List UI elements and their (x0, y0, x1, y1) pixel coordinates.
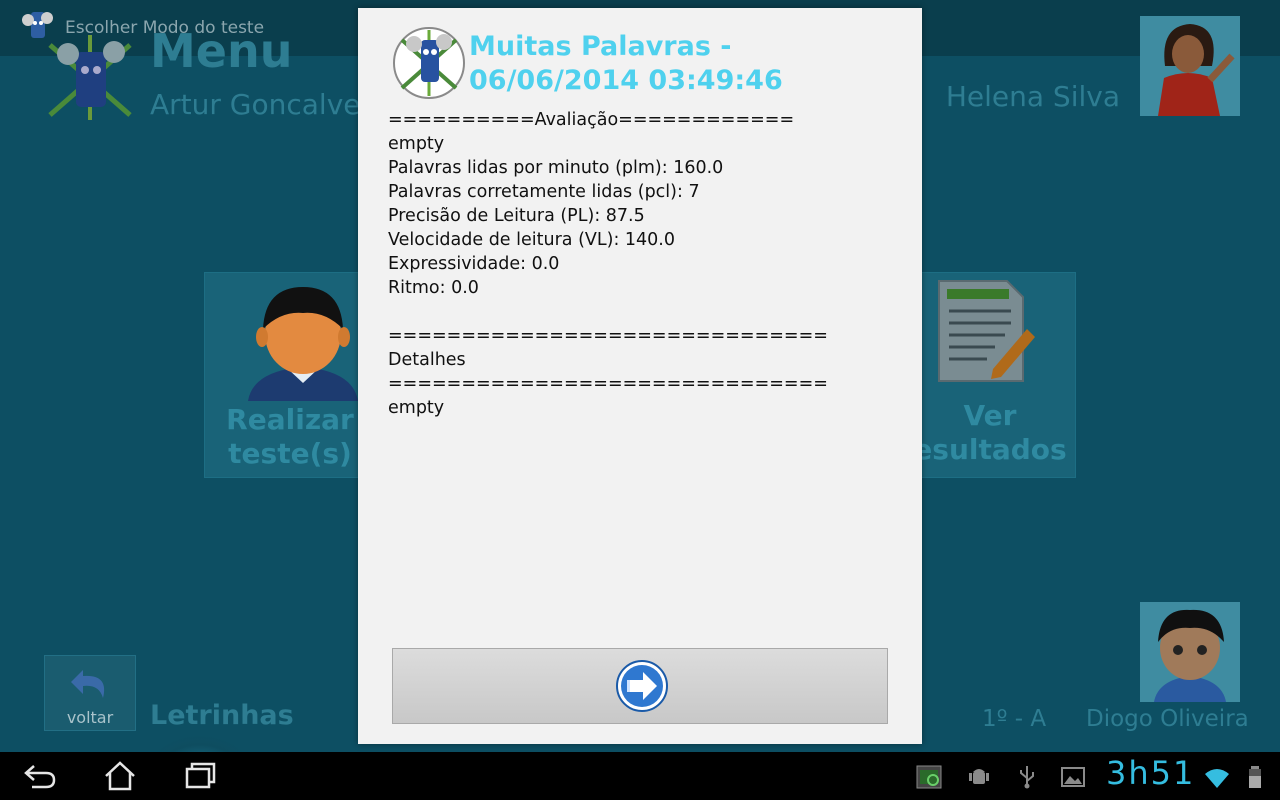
kid-avatar-icon (1140, 602, 1240, 702)
document-pencil-icon (938, 280, 1035, 382)
undo-arrow-icon (71, 670, 105, 698)
dialog-line: Ritmo: 0.0 (388, 278, 479, 298)
dialog-line: Palavras corretamente lidas (pcl): 7 (388, 182, 700, 202)
arrow-right-icon (616, 660, 668, 712)
take-test-tile[interactable]: Realizar teste(s) (204, 272, 376, 478)
screenshot-icon (916, 765, 942, 789)
kid-name: Diogo Oliveira (1086, 706, 1249, 732)
usb-icon (1020, 766, 1034, 789)
results-dialog: Muitas Palavras - 06/06/2014 03:49:46 ==… (358, 8, 922, 744)
dialog-line: ==========Avaliação============ (388, 110, 795, 130)
status-clock: 3h51 (1106, 754, 1196, 792)
recent-apps-icon[interactable] (180, 758, 220, 794)
gallery-icon (1061, 767, 1085, 787)
wifi-icon (1205, 769, 1229, 788)
take-test-label-1: Realizar (226, 403, 354, 436)
dialog-line: Detalhes (388, 350, 466, 370)
menu-heading: Menu (150, 24, 293, 78)
continue-button[interactable] (392, 648, 888, 724)
dialog-line: ============================== (388, 326, 828, 346)
view-results-tile[interactable]: Ver esultados (904, 272, 1076, 478)
dialog-line: Expressividade: 0.0 (388, 254, 560, 274)
class-label: 1º - A (982, 706, 1047, 732)
android-debug-icon (969, 769, 989, 784)
teacher-avatar[interactable] (1140, 16, 1240, 116)
system-navigation-bar (0, 752, 1280, 800)
battery-icon (1249, 766, 1261, 788)
dialog-title: Muitas Palavras - 06/06/2014 03:49:46 (469, 31, 783, 96)
dialog-line: Precisão de Leitura (PL): 87.5 (388, 206, 645, 226)
view-results-label-1: Ver (963, 399, 1017, 432)
dialog-line (388, 300, 898, 324)
student-person-icon (248, 287, 358, 401)
dialog-line: Palavras lidas por minuto (plm): 160.0 (388, 158, 724, 178)
back-button-label: voltar (66, 708, 114, 727)
app-logo-icon (393, 27, 465, 99)
teacher-name: Helena Silva (945, 80, 1120, 113)
dialog-line: Velocidade de leitura (VL): 140.0 (388, 230, 675, 250)
kid-avatar[interactable] (1140, 602, 1240, 702)
student-name: Artur Goncalves (150, 88, 376, 121)
home-nav-icon[interactable] (100, 758, 140, 794)
dialog-line: ============================== (388, 374, 828, 394)
menu-logo-icon (48, 35, 132, 120)
dialog-line: empty (388, 398, 445, 418)
dialog-body: ==========Avaliação============ empty Pa… (388, 108, 898, 420)
view-results-label-2: esultados (913, 433, 1067, 466)
app-name-label: Letrinhas (150, 700, 294, 731)
take-test-label-2: teste(s) (228, 437, 352, 470)
teacher-avatar-icon (1140, 16, 1240, 116)
back-nav-icon[interactable] (20, 758, 60, 794)
dialog-line: empty (388, 134, 445, 154)
back-button[interactable]: voltar (44, 655, 136, 731)
